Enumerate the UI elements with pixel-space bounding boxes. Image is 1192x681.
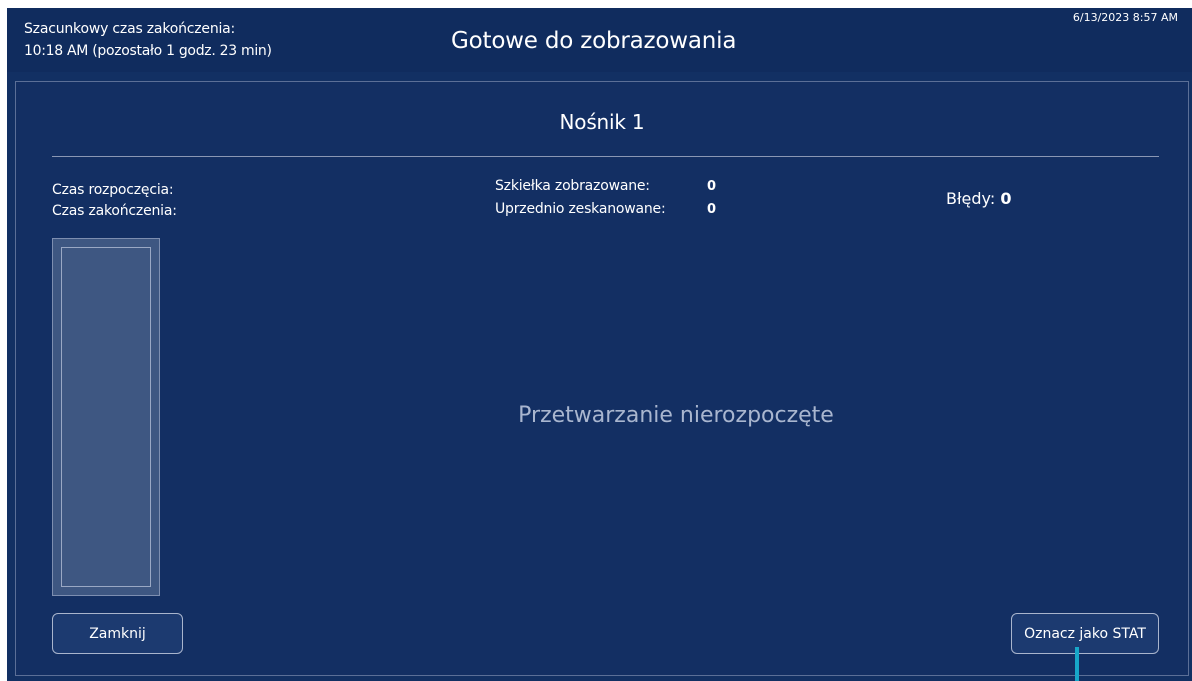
previously-scanned-label: Uprzednio zeskanowane: <box>495 201 666 217</box>
start-time-label: Czas rozpoczęcia: <box>52 182 174 198</box>
status-title: Gotowe do zobrazowania <box>451 28 737 54</box>
cursor-indicator <box>1075 647 1079 681</box>
slides-imaged-label: Szkiełka zobrazowane: <box>495 178 650 194</box>
estimated-completion-value: 10:18 AM (pozostało 1 godz. 23 min) <box>24 43 272 59</box>
errors-label: Błędy: <box>946 189 996 208</box>
header-bar: Szacunkowy czas zakończenia: 10:18 AM (p… <box>7 8 1192 72</box>
end-time-label: Czas zakończenia: <box>52 203 177 219</box>
close-button[interactable]: Zamknij <box>52 613 183 654</box>
app-screen: Szacunkowy czas zakończenia: 10:18 AM (p… <box>7 8 1192 681</box>
title-divider <box>52 156 1159 157</box>
processing-status-message: Przetwarzanie nierozpoczęte <box>518 403 834 428</box>
estimated-completion-label: Szacunkowy czas zakończenia: <box>24 21 236 37</box>
carrier-panel: Nośnik 1 Czas rozpoczęcia: Czas zakończe… <box>15 81 1189 676</box>
slides-imaged-value: 0 <box>707 179 717 194</box>
mark-stat-button[interactable]: Oznacz jako STAT <box>1011 613 1159 654</box>
errors-indicator: Błędy: 0 <box>946 189 1011 208</box>
current-datetime: 6/13/2023 8:57 AM <box>1072 11 1178 24</box>
previously-scanned-value: 0 <box>707 202 717 217</box>
carrier-title: Nośnik 1 <box>559 110 645 134</box>
errors-value: 0 <box>1000 189 1012 208</box>
